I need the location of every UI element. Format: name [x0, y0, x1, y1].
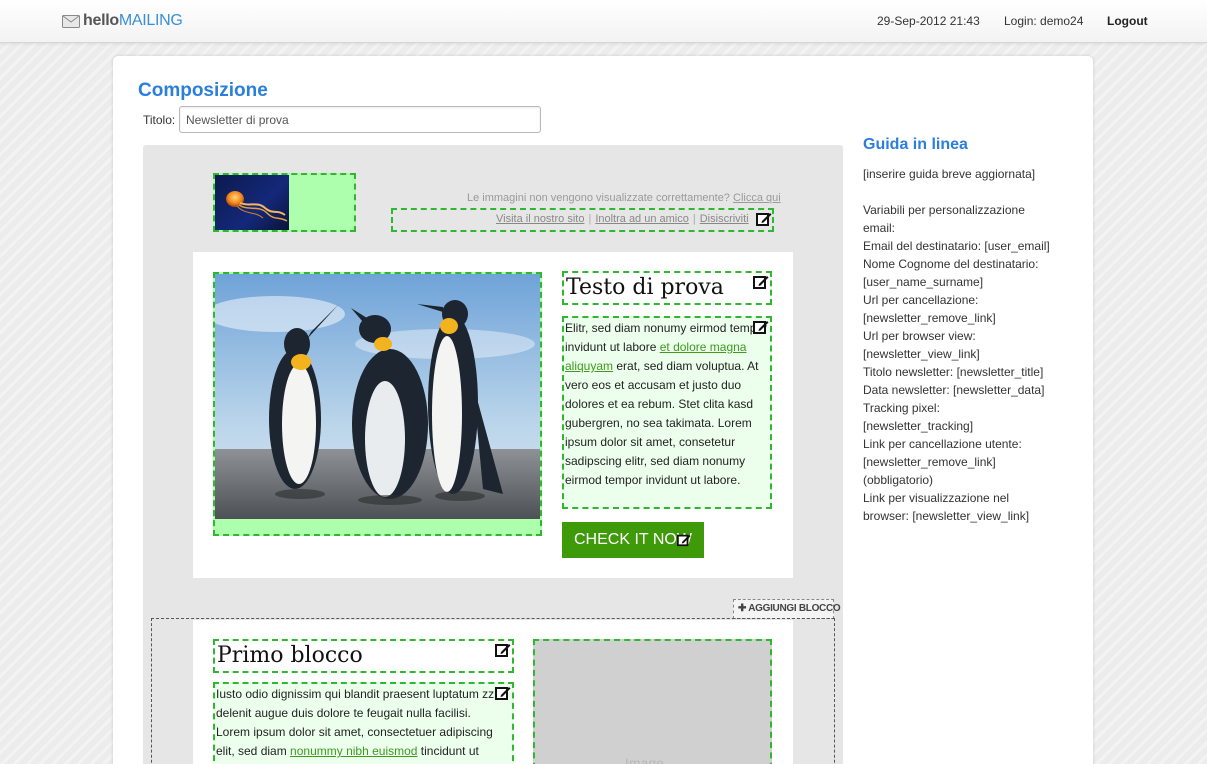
jellyfish-logo-image [215, 175, 289, 230]
newsletter-title-input[interactable] [179, 106, 541, 133]
plus-icon: ✚ [738, 603, 747, 614]
visit-site-link[interactable]: Visita il nostro sito [496, 213, 584, 225]
header-links-dropzone[interactable]: Visita il nostro sito | Inoltra ad un amic… [391, 208, 774, 232]
guide-line: Tracking pixel: [newsletter_tracking] [863, 401, 974, 433]
edit-icon[interactable] [495, 642, 511, 658]
add-block-button[interactable]: ✚ AGGIUNGI BLOCCO [733, 599, 841, 619]
text-dropzone-1[interactable]: Elitr, sed diam nonumy eirmod tempor inv… [562, 316, 772, 509]
login-info: Login: demo24 [1004, 14, 1084, 28]
logo-mailing: MAILING [118, 12, 183, 29]
add-block-label: AGGIUNGI BLOCCO [748, 603, 841, 614]
image-placeholder-dropzone[interactable]: Image [533, 639, 772, 764]
logo[interactable]: helloMAILING [62, 12, 183, 30]
image-notice-text: Le immagini non vengono visualizzate cor… [467, 192, 730, 204]
cta-label: CHECK IT NOW [574, 531, 692, 548]
guide-line: Url per browser view: [newsletter_view_l… [863, 329, 980, 361]
title-label: Titolo: [143, 113, 176, 127]
logout-link[interactable]: Logout [1107, 14, 1148, 28]
penguins-image [215, 274, 540, 519]
block2-inline-link[interactable]: nonummy nibh euismod [290, 744, 417, 758]
block1-body-text: Elitr, sed diam nonumy eirmod tempor inv… [565, 319, 771, 490]
guide-line: Url per cancellazione: [newsletter_remov… [863, 293, 996, 325]
guide-line: [inserire guida breve aggiornata] [863, 167, 1036, 181]
image-placeholder-label: Image [625, 755, 664, 764]
current-datetime: 29-Sep-2012 21:43 [877, 14, 980, 28]
guide-line: Email del destinatario: [user_email] [863, 239, 1050, 253]
image-notice: Le immagini non vengono visualizzate cor… [467, 192, 781, 204]
check-it-now-button[interactable]: CHECK IT NOW [562, 522, 704, 558]
top-bar: helloMAILING 29-Sep-2012 21:43 Login: de… [0, 0, 1207, 43]
edit-icon[interactable] [756, 211, 772, 227]
guide-line: Nome Cognome del destinatario: [user_nam… [863, 257, 1039, 289]
heading-dropzone-1[interactable]: Testo di prova [562, 271, 772, 305]
guide-line: Link per cancellazione utente: [newslett… [863, 437, 1022, 487]
block1-title: Testo di prova [566, 275, 724, 300]
heading-dropzone-2[interactable]: Primo blocco [213, 639, 514, 673]
mail-icon [62, 14, 80, 28]
guide-line: Variabili per personalizzazione email: [863, 203, 1025, 235]
edit-icon[interactable] [495, 685, 511, 701]
forward-friend-link[interactable]: Inoltra ad un amico [595, 213, 689, 225]
text-dropzone-2[interactable]: Iusto odio dignissim qui blandit praesen… [213, 682, 514, 764]
edit-icon[interactable] [753, 319, 769, 335]
guide-line [863, 183, 1053, 201]
edit-icon[interactable] [677, 533, 691, 547]
guide-line: Link per visualizzazione nel browser: [n… [863, 491, 1030, 523]
block1-text-part2: erat, sed diam voluptua. At vero eos et … [565, 359, 759, 487]
guide-line: Titolo newsletter: [newsletter_title] [863, 365, 1044, 379]
guide-title: Guida in linea [863, 136, 968, 153]
page-title: Composizione [138, 80, 268, 101]
link-separator: | [692, 213, 696, 225]
click-here-link[interactable]: Clicca qui [733, 192, 781, 204]
block2-body-text: Iusto odio dignissim qui blandit praesen… [216, 685, 508, 761]
guide-line: Data newsletter: [newsletter_data] [863, 383, 1045, 397]
edit-icon[interactable] [753, 274, 769, 290]
block2-title: Primo blocco [217, 643, 363, 668]
unsubscribe-link[interactable]: Disiscriviti [700, 213, 749, 225]
header-logo-dropzone[interactable] [213, 173, 356, 232]
logo-hello: hello [83, 12, 119, 29]
link-separator: | [588, 213, 592, 225]
block2-text-part2: tincidunt ut [417, 744, 479, 758]
image-dropzone-penguins[interactable] [213, 272, 542, 536]
guide-text: [inserire guida breve aggiornata] Variab… [863, 165, 1053, 525]
